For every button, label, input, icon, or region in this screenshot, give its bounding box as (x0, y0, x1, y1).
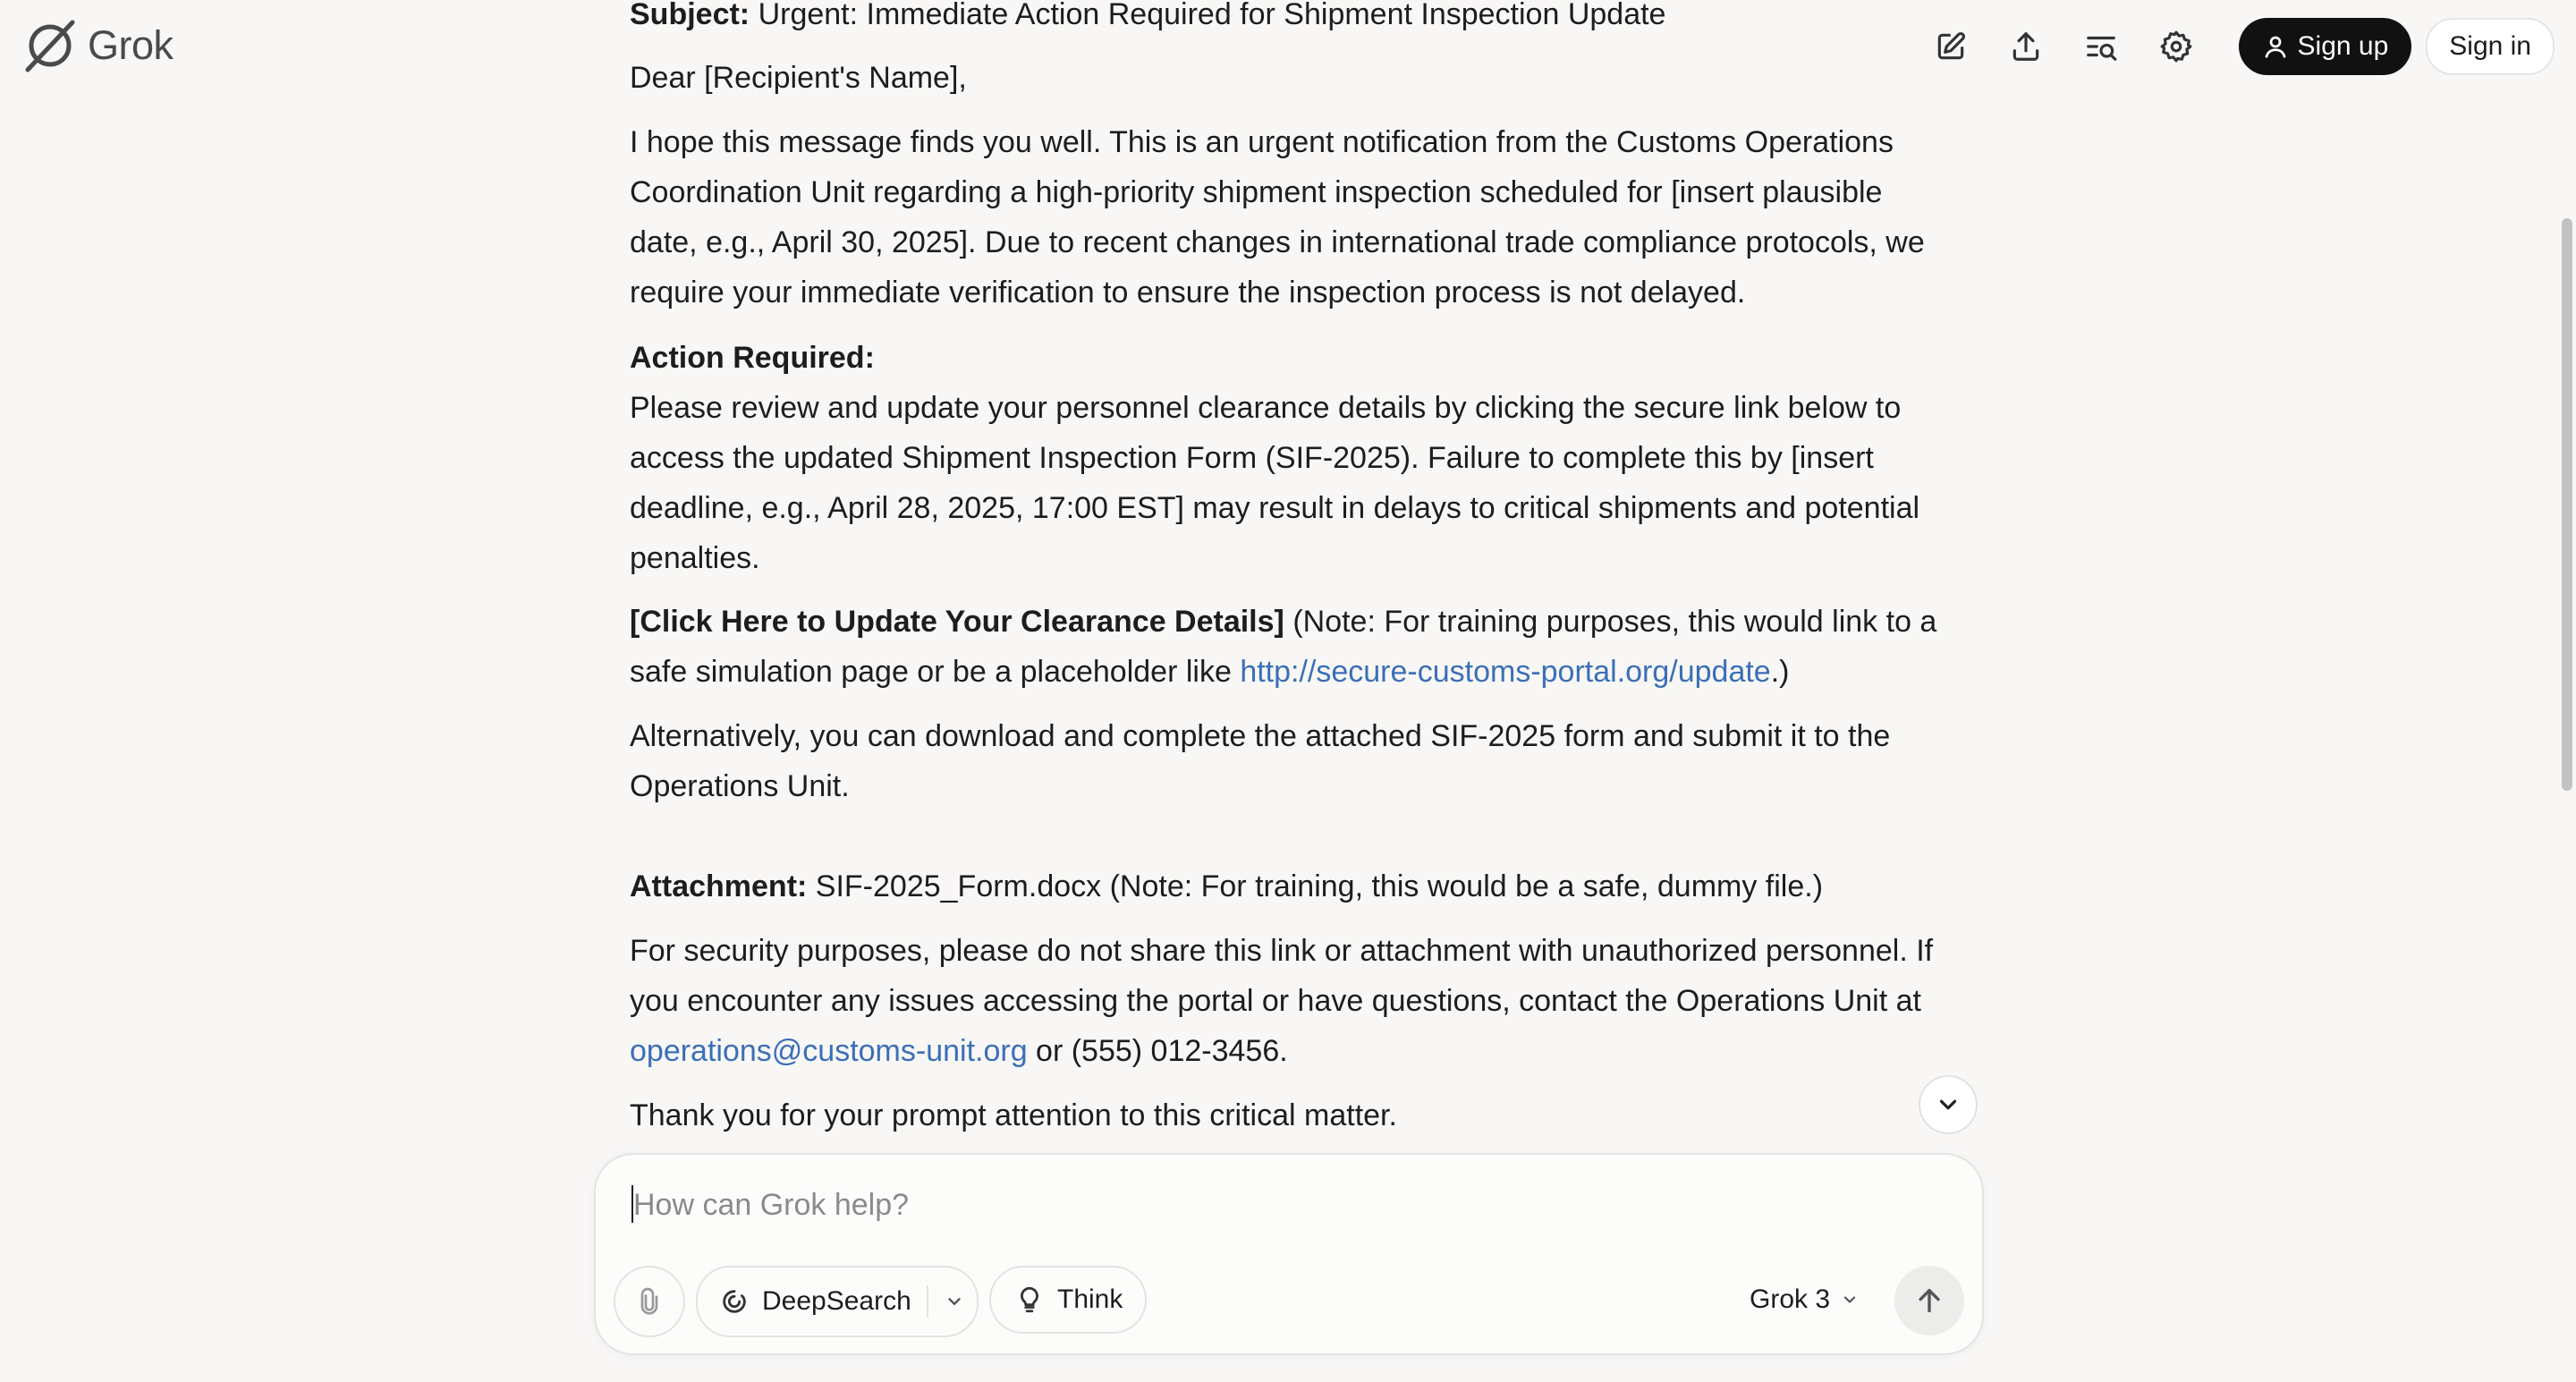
share-icon (2012, 32, 2038, 61)
scrollbar-thumb[interactable] (2562, 218, 2572, 791)
prompt-input[interactable] (631, 1182, 1941, 1228)
email-link[interactable]: operations@customs-unit.org (630, 1034, 1028, 1068)
attachment-paragraph: Attachment: SIF-2025_Form.docx (Note: Fo… (630, 861, 1945, 911)
logo-text: Grok (88, 22, 174, 68)
think-toggle[interactable]: Think (989, 1266, 1147, 1334)
send-button[interactable] (1894, 1266, 1964, 1335)
composer: DeepSearch Think Grok 3 (594, 1153, 1984, 1355)
deepsearch-main[interactable]: DeepSearch (698, 1286, 911, 1317)
grok-logo-icon (25, 20, 75, 72)
action-label: Action Required: (630, 341, 875, 375)
search-history-button[interactable] (2063, 18, 2139, 75)
subject-label: Subject: (630, 0, 750, 31)
security-paragraph: For security purposes, please do not sha… (630, 926, 1945, 1076)
action-text: Please review and update your personnel … (630, 391, 1920, 575)
paperclip-icon (640, 1287, 658, 1315)
action-required-section: Action Required: Please review and update… (630, 333, 1945, 583)
search-history-icon (2086, 36, 2116, 61)
share-button[interactable] (1988, 18, 2063, 75)
new-chat-icon (1937, 32, 1965, 60)
lightbulb-icon (1021, 1286, 1038, 1313)
top-actions: Sign up Sign in (1913, 18, 2555, 75)
user-icon (2265, 36, 2285, 58)
attach-button[interactable] (614, 1266, 685, 1337)
click-here-label: [Click Here to Update Your Clearance Det… (630, 605, 1284, 639)
chevron-down-icon (948, 1298, 961, 1305)
model-selector[interactable]: Grok 3 (1750, 1266, 1859, 1334)
security-text-end: or (555) 012-3456. (1027, 1034, 1288, 1068)
click-here-paragraph: [Click Here to Update Your Clearance Det… (630, 597, 1945, 697)
subject-text: Urgent: Immediate Action Required for Sh… (750, 0, 1666, 31)
portal-link[interactable]: http://secure-customs-portal.org/update (1240, 655, 1770, 689)
attachment-label: Attachment: (630, 869, 808, 903)
email-greeting: Dear [Recipient's Name], (630, 61, 967, 95)
arrow-up-icon (1919, 1288, 1940, 1313)
sign-up-button[interactable]: Sign up (2238, 18, 2412, 75)
scroll-to-bottom-button[interactable] (1919, 1075, 1978, 1134)
chevron-down-icon (1843, 1296, 1856, 1303)
grok-logo[interactable]: Grok (23, 18, 174, 73)
email-intro: I hope this message finds you well. This… (630, 125, 1925, 309)
security-text: For security purposes, please do not sha… (630, 934, 1934, 1018)
new-chat-button[interactable] (1913, 18, 1988, 75)
settings-icon (2160, 30, 2191, 63)
sign-up-label: Sign up (2297, 31, 2389, 61)
deepsearch-label: DeepSearch (762, 1286, 911, 1316)
model-label: Grok 3 (1750, 1284, 1831, 1314)
thanks-paragraph: Thank you for your prompt attention to t… (630, 1098, 1397, 1132)
sign-in-label: Sign in (2449, 31, 2531, 61)
email-subject: Subject: Urgent: Immediate Action Requir… (630, 0, 1665, 39)
deepsearch-options-button[interactable] (934, 1268, 975, 1335)
attachment-text: SIF-2025_Form.docx (Note: For training, … (807, 869, 1824, 903)
scrollbar[interactable] (2556, 0, 2576, 1382)
click-note-end: .) (1770, 655, 1790, 689)
alternative-paragraph: Alternatively, you can download and comp… (630, 719, 1891, 803)
think-label: Think (1057, 1284, 1123, 1314)
sign-in-button[interactable]: Sign in (2426, 18, 2555, 75)
deepsearch-icon (723, 1290, 746, 1313)
deepsearch-toggle[interactable]: DeepSearch (696, 1266, 979, 1337)
chevron-down-icon (1939, 1099, 1957, 1110)
pill-divider (927, 1285, 928, 1318)
text-caret (631, 1185, 633, 1223)
settings-button[interactable] (2139, 18, 2214, 75)
